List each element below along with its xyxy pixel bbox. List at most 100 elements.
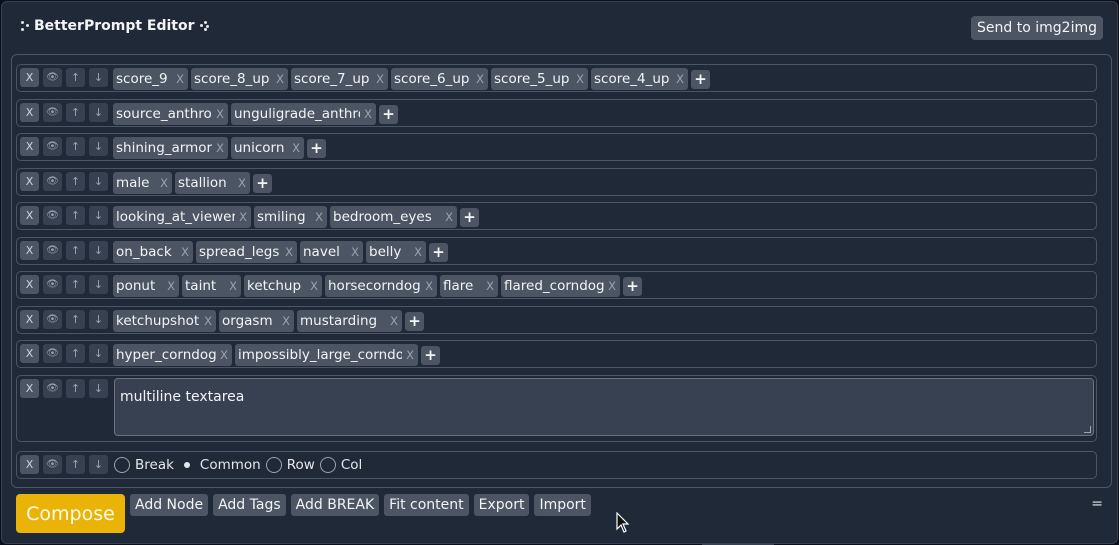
tag-label[interactable]: unguligrade_anthro — [234, 106, 360, 122]
tag-label[interactable]: shining_armor — [116, 140, 212, 156]
remove-tag-button[interactable]: X — [276, 72, 284, 86]
move-up-arrow-icon[interactable]: ↑ — [66, 206, 85, 225]
delete-node-button[interactable]: X — [20, 275, 39, 294]
tag-label[interactable]: score_9 — [116, 71, 172, 87]
add-tag-button[interactable]: + — [460, 207, 479, 227]
remove-tag-button[interactable]: X — [676, 72, 684, 86]
remove-tag-button[interactable]: X — [204, 314, 212, 328]
move-down-arrow-icon[interactable]: ↓ — [89, 137, 108, 156]
tag-label[interactable]: hyper_corndog — [116, 347, 216, 363]
move-down-arrow-icon[interactable]: ↓ — [89, 68, 108, 87]
move-up-arrow-icon[interactable]: ↑ — [66, 455, 85, 474]
toggle-visibility-eye-icon[interactable]: 👁 — [43, 241, 62, 260]
tag-label[interactable]: unicorn — [234, 140, 288, 156]
radio-option-row[interactable]: Row — [265, 457, 315, 473]
export-button[interactable]: Export — [473, 494, 530, 516]
tag-label[interactable]: bedroom_eyes — [333, 209, 441, 225]
tag-chip[interactable]: ponut X — [113, 275, 179, 297]
remove-tag-button[interactable]: X — [315, 210, 323, 224]
tag-label[interactable]: flared_corndog — [504, 278, 604, 294]
move-down-arrow-icon[interactable]: ↓ — [89, 206, 108, 225]
tag-label[interactable]: looking_at_viewer — [116, 209, 235, 225]
delete-node-button[interactable]: X — [20, 172, 39, 191]
move-down-arrow-icon[interactable]: ↓ — [89, 275, 108, 294]
multiline-textarea[interactable]: multiline textarea — [114, 378, 1094, 436]
delete-node-button[interactable]: X — [20, 310, 39, 329]
delete-node-button[interactable]: X — [20, 241, 39, 260]
delete-node-button[interactable]: X — [20, 206, 39, 225]
toggle-visibility-eye-icon[interactable]: 👁 — [43, 68, 62, 87]
tag-label[interactable]: ketchupshot — [116, 313, 200, 329]
tag-chip[interactable]: horsecorndog X — [325, 275, 437, 297]
send-to-img2img-button[interactable]: Send to img2img — [971, 16, 1103, 40]
fit-content-button[interactable]: Fit content — [384, 494, 469, 516]
delete-node-button[interactable]: X — [20, 68, 39, 87]
move-down-arrow-icon[interactable]: ↓ — [89, 344, 108, 363]
tag-chip[interactable]: score_4_up X — [591, 68, 688, 90]
remove-tag-button[interactable]: X — [292, 141, 300, 155]
tag-label[interactable]: source_anthro — [116, 106, 212, 122]
remove-tag-button[interactable]: X — [576, 72, 584, 86]
remove-tag-button[interactable]: X — [160, 176, 168, 190]
tag-label[interactable]: score_5_up — [494, 71, 572, 87]
toggle-visibility-eye-icon[interactable]: 👁 — [43, 206, 62, 225]
toggle-visibility-eye-icon[interactable]: 👁 — [43, 379, 62, 398]
toggle-visibility-eye-icon[interactable]: 👁 — [43, 103, 62, 122]
tag-label[interactable]: score_6_up — [394, 71, 472, 87]
tag-label[interactable]: impossibly_large_corndog — [238, 347, 402, 363]
tag-label[interactable]: navel — [303, 244, 347, 260]
move-down-arrow-icon[interactable]: ↓ — [89, 310, 108, 329]
tag-label[interactable]: score_7_up — [294, 71, 372, 87]
tag-label[interactable]: score_8_up — [194, 71, 272, 87]
toggle-visibility-eye-icon[interactable]: 👁 — [43, 455, 62, 474]
tag-label[interactable]: spread_legs — [199, 244, 281, 260]
tag-chip[interactable]: orgasm X — [219, 310, 294, 332]
add-tag-button[interactable]: + — [421, 345, 440, 365]
menu-icon[interactable]: = — [1091, 496, 1103, 512]
delete-node-button[interactable]: X — [20, 344, 39, 363]
move-up-arrow-icon[interactable]: ↑ — [66, 103, 85, 122]
remove-tag-button[interactable]: X — [181, 245, 189, 259]
move-up-arrow-icon[interactable]: ↑ — [66, 68, 85, 87]
add-tag-button[interactable]: + — [691, 69, 710, 89]
tag-label[interactable]: ponut — [116, 278, 163, 294]
move-down-arrow-icon[interactable]: ↓ — [89, 172, 108, 191]
toggle-visibility-eye-icon[interactable]: 👁 — [43, 344, 62, 363]
tag-chip[interactable]: mustarding X — [297, 310, 402, 332]
move-up-arrow-icon[interactable]: ↑ — [66, 310, 85, 329]
tag-chip[interactable]: flared_corndog X — [501, 275, 620, 297]
remove-tag-button[interactable]: X — [476, 72, 484, 86]
remove-tag-button[interactable]: X — [167, 279, 175, 293]
remove-tag-button[interactable]: X — [425, 279, 433, 293]
remove-tag-button[interactable]: X — [310, 279, 318, 293]
add-tag-button[interactable]: + — [253, 173, 272, 193]
move-down-arrow-icon[interactable]: ↓ — [89, 241, 108, 260]
remove-tag-button[interactable]: X — [238, 176, 246, 190]
tag-chip[interactable]: stallion X — [175, 172, 250, 194]
import-button[interactable]: Import — [534, 494, 591, 516]
resize-handle-icon[interactable] — [1084, 426, 1091, 433]
toggle-visibility-eye-icon[interactable]: 👁 — [43, 172, 62, 191]
tag-chip[interactable]: impossibly_large_corndog X — [235, 344, 418, 366]
tag-label[interactable]: ketchup — [247, 278, 306, 294]
tag-chip[interactable]: smiling X — [254, 206, 327, 228]
compose-button[interactable]: Compose — [16, 494, 125, 533]
tag-chip[interactable]: ketchup X — [244, 275, 322, 297]
tag-chip[interactable]: score_6_up X — [391, 68, 488, 90]
remove-tag-button[interactable]: X — [229, 279, 237, 293]
remove-tag-button[interactable]: X — [608, 279, 616, 293]
move-up-arrow-icon[interactable]: ↑ — [66, 379, 85, 398]
tag-label[interactable]: orgasm — [222, 313, 278, 329]
move-up-arrow-icon[interactable]: ↑ — [66, 172, 85, 191]
move-up-arrow-icon[interactable]: ↑ — [66, 241, 85, 260]
move-down-arrow-icon[interactable]: ↓ — [89, 455, 108, 474]
remove-tag-button[interactable]: X — [239, 210, 247, 224]
radio-circle-icon[interactable] — [319, 457, 336, 473]
toggle-visibility-eye-icon[interactable]: 👁 — [43, 275, 62, 294]
tag-chip[interactable]: score_9 X — [113, 68, 188, 90]
add-tag-button[interactable]: + — [379, 104, 398, 124]
tag-label[interactable]: belly — [369, 244, 410, 260]
tag-chip[interactable]: belly X — [366, 241, 426, 263]
tag-chip[interactable]: source_anthro X — [113, 103, 228, 125]
tag-label[interactable]: male — [116, 175, 156, 191]
